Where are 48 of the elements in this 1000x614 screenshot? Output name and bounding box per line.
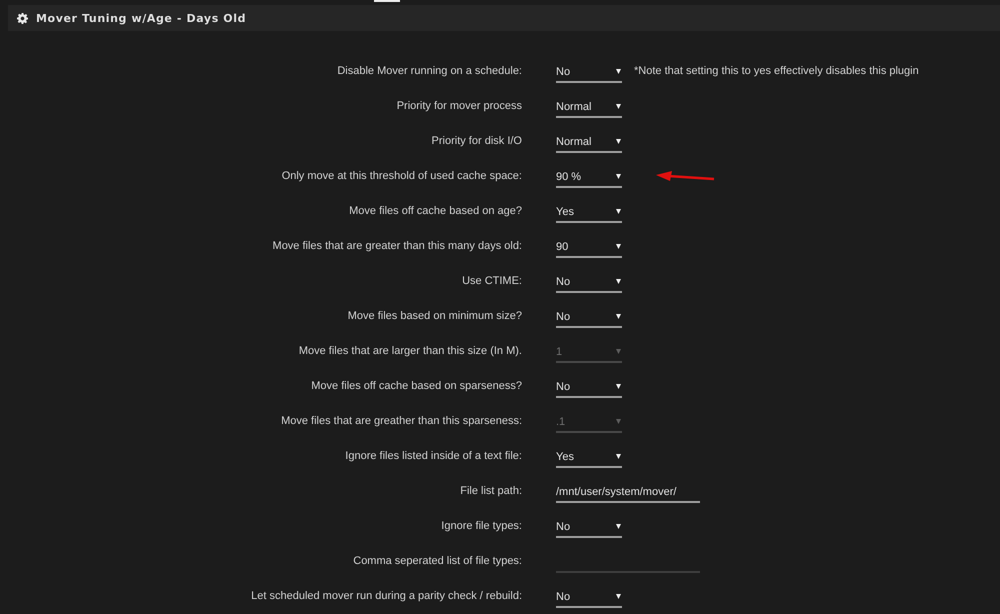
dropdown[interactable]: 90 bbox=[556, 239, 622, 258]
setting-label: Comma seperated list of file types: bbox=[352, 554, 522, 568]
setting-label: Priority for mover process bbox=[396, 99, 522, 113]
dropdown[interactable]: Yes bbox=[556, 449, 622, 468]
dropdown[interactable]: No bbox=[556, 589, 622, 608]
caret-icon bbox=[616, 209, 621, 214]
dropdown[interactable]: No bbox=[556, 379, 622, 398]
section-title: Mover Tuning w/Age - Days Old bbox=[36, 12, 246, 24]
setting-label: Ignore file types: bbox=[440, 519, 522, 533]
caret-icon bbox=[616, 419, 621, 424]
caret-icon bbox=[616, 244, 621, 249]
note-text: *Note that setting this to yes effectively disables this plugin bbox=[634, 64, 919, 78]
caret-icon bbox=[616, 279, 621, 284]
setting-label: Move files off cache based on sparseness? bbox=[310, 379, 522, 393]
caret-icon bbox=[616, 454, 621, 459]
setting-label: Move files that are greater than this many days old: bbox=[272, 239, 522, 253]
dropdown[interactable]: Normal bbox=[556, 99, 622, 118]
dropdown[interactable]: No bbox=[556, 274, 622, 293]
text-field[interactable]: /mnt/user/system/mover/ bbox=[556, 484, 700, 503]
caret-icon bbox=[616, 174, 621, 179]
setting-label: Disable Mover running on a schedule: bbox=[336, 64, 522, 78]
caret-icon bbox=[616, 384, 621, 389]
dropdown[interactable]: Normal bbox=[556, 134, 622, 153]
setting-label: Use CTIME: bbox=[461, 274, 522, 288]
setting-label: Priority for disk I/O bbox=[430, 134, 522, 148]
setting-label: Move files based on minimum size? bbox=[346, 309, 522, 323]
dropdown[interactable]: No bbox=[556, 309, 622, 328]
caret-icon bbox=[616, 69, 621, 74]
caret-icon bbox=[616, 104, 621, 109]
caret-icon bbox=[616, 314, 621, 319]
setting-label: File list path: bbox=[459, 484, 522, 498]
setting-label: Let scheduled mover run during a parity check / rebuild: bbox=[250, 589, 522, 603]
annotation-arrow bbox=[656, 171, 716, 183]
dropdown[interactable]: No bbox=[556, 519, 622, 538]
caret-icon bbox=[616, 349, 621, 354]
dropdown[interactable]: Yes bbox=[556, 204, 622, 223]
gear-icon bbox=[17, 12, 28, 24]
setting-label: Ignore files listed inside of a text file: bbox=[344, 449, 522, 463]
setting-label: Move files that are larger than this size (In M). bbox=[298, 344, 522, 358]
caret-icon bbox=[616, 594, 621, 599]
setting-label: Move files off cache based on age? bbox=[348, 204, 522, 218]
dropdown[interactable]: No bbox=[556, 64, 622, 83]
caret-icon bbox=[616, 524, 621, 529]
setting-label: Move files that are greather than this sparseness: bbox=[280, 414, 522, 428]
setting-label: Only move at this threshold of used cache space: bbox=[280, 169, 522, 183]
tab-underline bbox=[374, 0, 400, 2]
dropdown[interactable]: 90 % bbox=[556, 169, 622, 188]
caret-icon bbox=[616, 139, 621, 144]
